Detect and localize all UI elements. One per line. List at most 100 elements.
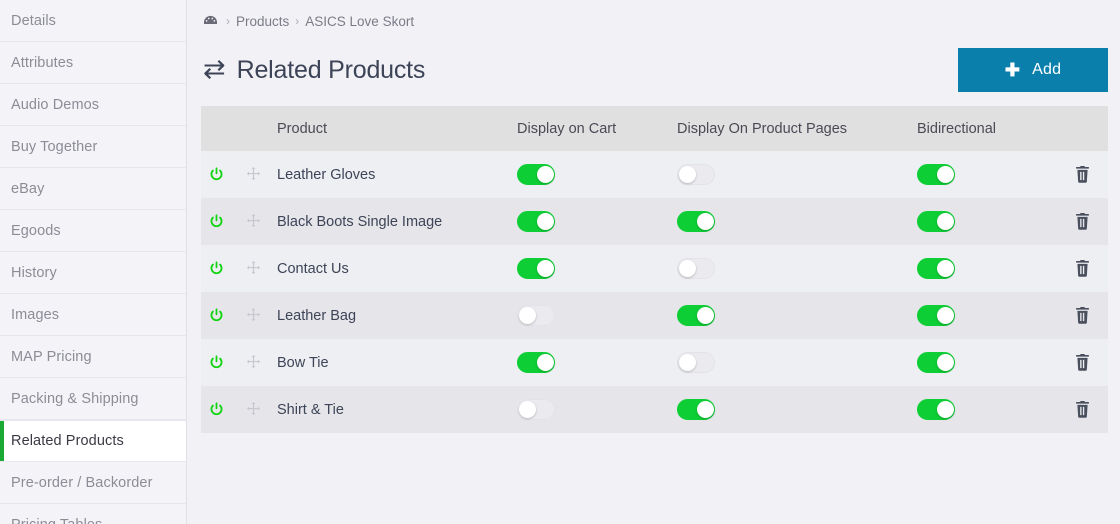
sidebar-item-pre-order-backorder[interactable]: Pre-order / Backorder [0, 462, 186, 504]
display-on-product-pages-cell [677, 352, 917, 373]
toggle-bidirectional[interactable] [917, 352, 955, 373]
column-header-product: Product [277, 120, 327, 137]
table-row: Leather Gloves [201, 151, 1108, 198]
toggle-knob [937, 213, 954, 230]
delete-row-button[interactable] [1056, 260, 1108, 277]
display-on-cart-cell [517, 352, 677, 373]
toggle-knob [537, 260, 554, 277]
sidebar-item-label: Pricing Tables [11, 517, 102, 524]
page-title: Related Products [236, 55, 426, 84]
sidebar-item-ebay[interactable]: eBay [0, 168, 186, 210]
sidebar-item-label: Details [11, 12, 57, 29]
add-button-label: Add [1032, 61, 1062, 78]
sidebar-item-label: Buy Together [11, 138, 98, 155]
table-row: Leather Bag [201, 292, 1108, 339]
move-handle-icon[interactable] [231, 308, 275, 323]
add-button[interactable]: ✚ Add [958, 48, 1108, 92]
sidebar-item-packing-shipping[interactable]: Packing & Shipping [0, 378, 186, 420]
sidebar-item-buy-together[interactable]: Buy Together [0, 126, 186, 168]
sidebar-item-history[interactable]: History [0, 252, 186, 294]
display-on-cart-cell [517, 211, 677, 232]
display-on-product-pages-cell [677, 305, 917, 326]
sidebar-item-label: Audio Demos [11, 96, 100, 113]
display-on-product-pages-cell [677, 399, 917, 420]
power-toggle-icon[interactable] [201, 261, 231, 276]
toggle-display-on-product-pages[interactable] [677, 352, 715, 373]
sidebar-item-pricing-tables[interactable]: Pricing Tables [0, 504, 186, 524]
sidebar-item-related-products[interactable]: Related Products [0, 420, 186, 462]
delete-row-button[interactable] [1056, 166, 1108, 183]
toggle-knob [537, 213, 554, 230]
dashboard-icon[interactable] [203, 14, 218, 29]
sidebar-item-details[interactable]: Details [0, 0, 186, 42]
toggle-knob [937, 307, 954, 324]
toggle-display-on-cart[interactable] [517, 305, 555, 326]
toggle-display-on-cart[interactable] [517, 258, 555, 279]
sidebar-item-label: MAP Pricing [11, 348, 92, 365]
delete-row-button[interactable] [1056, 307, 1108, 324]
display-on-product-pages-cell [677, 164, 917, 185]
bidirectional-cell [917, 164, 1056, 185]
product-name: Bow Tie [277, 354, 329, 371]
toggle-display-on-cart[interactable] [517, 399, 555, 420]
toggle-display-on-product-pages[interactable] [677, 211, 715, 232]
product-name: Black Boots Single Image [277, 213, 443, 230]
toggle-display-on-product-pages[interactable] [677, 164, 715, 185]
column-header-bidirectional: Bidirectional [917, 120, 996, 137]
breadcrumb-separator: › [226, 14, 230, 28]
move-handle-icon[interactable] [231, 261, 275, 276]
toggle-knob [519, 307, 536, 324]
move-handle-icon[interactable] [231, 402, 275, 417]
delete-row-button[interactable] [1056, 401, 1108, 418]
breadcrumb-item-product-name[interactable]: ASICS Love Skort [305, 14, 414, 29]
toggle-knob [937, 354, 954, 371]
sidebar-item-attributes[interactable]: Attributes [0, 42, 186, 84]
related-products-table: Product Display on Cart Display On Produ… [201, 106, 1108, 433]
toggle-knob [697, 307, 714, 324]
toggle-display-on-cart[interactable] [517, 164, 555, 185]
toggle-bidirectional[interactable] [917, 164, 955, 185]
column-header-display-on-product-pages: Display On Product Pages [677, 120, 848, 137]
plus-icon: ✚ [1004, 60, 1021, 80]
power-toggle-icon[interactable] [201, 167, 231, 182]
product-name: Shirt & Tie [277, 401, 344, 418]
toggle-bidirectional[interactable] [917, 258, 955, 279]
toggle-knob [679, 166, 696, 183]
move-handle-icon[interactable] [231, 167, 275, 182]
power-toggle-icon[interactable] [201, 308, 231, 323]
delete-row-button[interactable] [1056, 354, 1108, 371]
display-on-product-pages-cell [677, 211, 917, 232]
display-on-cart-cell [517, 258, 677, 279]
toggle-display-on-product-pages[interactable] [677, 305, 715, 326]
sidebar-item-map-pricing[interactable]: MAP Pricing [0, 336, 186, 378]
sidebar-item-label: eBay [11, 180, 45, 197]
toggle-display-on-product-pages[interactable] [677, 399, 715, 420]
power-toggle-icon[interactable] [201, 355, 231, 370]
breadcrumb-item-products[interactable]: Products [236, 14, 289, 29]
sidebar-item-images[interactable]: Images [0, 294, 186, 336]
toggle-knob [937, 166, 954, 183]
sidebar-item-audio-demos[interactable]: Audio Demos [0, 84, 186, 126]
table-header-row: Product Display on Cart Display On Produ… [201, 106, 1108, 151]
sidebar-item-label: Attributes [11, 54, 74, 71]
sidebar: Details Attributes Audio Demos Buy Together… [0, 0, 187, 524]
move-handle-icon[interactable] [231, 214, 275, 229]
toggle-display-on-cart[interactable] [517, 352, 555, 373]
delete-row-button[interactable] [1056, 213, 1108, 230]
toggle-knob [697, 401, 714, 418]
toggle-display-on-cart[interactable] [517, 211, 555, 232]
toggle-knob [937, 401, 954, 418]
toggle-display-on-product-pages[interactable] [677, 258, 715, 279]
main-content: › Products › ASICS Love Skort ⇄ Related … [187, 0, 1120, 524]
toggle-bidirectional[interactable] [917, 305, 955, 326]
move-handle-icon[interactable] [231, 355, 275, 370]
power-toggle-icon[interactable] [201, 402, 231, 417]
toggle-knob [519, 401, 536, 418]
sidebar-item-label: History [11, 264, 57, 281]
toggle-bidirectional[interactable] [917, 399, 955, 420]
toggle-bidirectional[interactable] [917, 211, 955, 232]
toggle-knob [697, 213, 714, 230]
table-body: Leather Gloves Black Boots Single Image Co… [201, 151, 1108, 433]
sidebar-item-egoods[interactable]: Egoods [0, 210, 186, 252]
power-toggle-icon[interactable] [201, 214, 231, 229]
